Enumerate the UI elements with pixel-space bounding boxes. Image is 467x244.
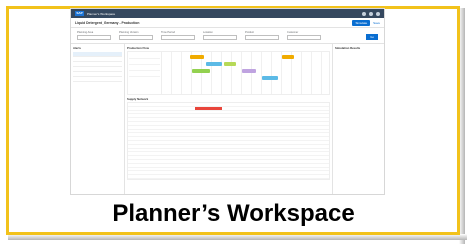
gantt-timeline[interactable] xyxy=(162,52,329,94)
resource-list xyxy=(128,52,162,94)
filter-label: Product xyxy=(245,31,254,34)
workspace-body: Alerts Production Flow Supply Network Si… xyxy=(71,44,384,194)
caption-title: Planner’s Workspace xyxy=(112,200,355,227)
alert-item[interactable] xyxy=(73,77,122,82)
page-header: Liquid Detergent_Germany - Production Si… xyxy=(71,18,384,28)
notification-icon[interactable] xyxy=(369,11,373,16)
filter-input[interactable] xyxy=(245,35,279,40)
filter-label: Time Period xyxy=(161,31,175,34)
filter-location: Location xyxy=(203,31,237,40)
filter-label: Customer xyxy=(287,31,299,34)
app-screenshot: SAP Planner's Workspace Liquid Detergent… xyxy=(70,8,385,195)
user-avatar-icon[interactable] xyxy=(376,11,380,16)
filter-planning-version: Planning Version xyxy=(119,31,153,40)
table-row[interactable] xyxy=(128,175,329,179)
gantt-bar[interactable] xyxy=(192,69,210,73)
filter-label: Location xyxy=(203,31,213,34)
alerts-header: Alerts xyxy=(73,46,81,50)
planning-area: Production Flow Supply Network xyxy=(125,44,332,194)
gantt-bar[interactable] xyxy=(206,62,222,66)
page-title: Liquid Detergent_Germany - Production xyxy=(75,20,140,25)
sap-logo: SAP xyxy=(75,11,84,16)
filter-product: Product xyxy=(245,31,279,40)
resource-row[interactable] xyxy=(129,71,160,77)
filter-label: Planning Version xyxy=(119,31,139,34)
production-flow-header: Production Flow xyxy=(127,46,149,50)
gantt-bar[interactable] xyxy=(224,62,236,66)
shell-title: Planner's Workspace xyxy=(87,11,116,16)
simulate-button[interactable]: Simulate xyxy=(352,19,371,26)
filter-input[interactable] xyxy=(77,35,111,40)
simulation-header: Simulation Results xyxy=(335,46,361,50)
save-button[interactable]: Save xyxy=(373,21,380,25)
production-flow-chart xyxy=(127,51,330,95)
shell-bar: SAP Planner's Workspace xyxy=(71,9,384,18)
filter-bar: Planning Area Planning Version Time Peri… xyxy=(71,28,384,44)
gantt-bar[interactable] xyxy=(262,76,278,80)
simulation-panel: Simulation Results xyxy=(332,44,384,194)
supply-network-header: Supply Network xyxy=(127,97,149,101)
filter-customer: Customer xyxy=(287,31,321,40)
filter-input[interactable] xyxy=(161,35,195,40)
search-icon[interactable] xyxy=(362,11,366,16)
filter-input[interactable] xyxy=(287,35,321,40)
alerts-panel: Alerts xyxy=(71,44,125,194)
supply-network-table xyxy=(127,102,330,180)
gantt-bar[interactable] xyxy=(190,55,204,59)
filter-label: Planning Area xyxy=(77,31,94,34)
gantt-bar[interactable] xyxy=(282,55,294,59)
go-button[interactable]: Go xyxy=(366,34,378,40)
filter-planning-area: Planning Area xyxy=(77,31,111,40)
filter-time-period: Time Period xyxy=(161,31,195,40)
filter-input[interactable] xyxy=(119,35,153,40)
filter-input[interactable] xyxy=(203,35,237,40)
gantt-bar[interactable] xyxy=(242,69,256,73)
